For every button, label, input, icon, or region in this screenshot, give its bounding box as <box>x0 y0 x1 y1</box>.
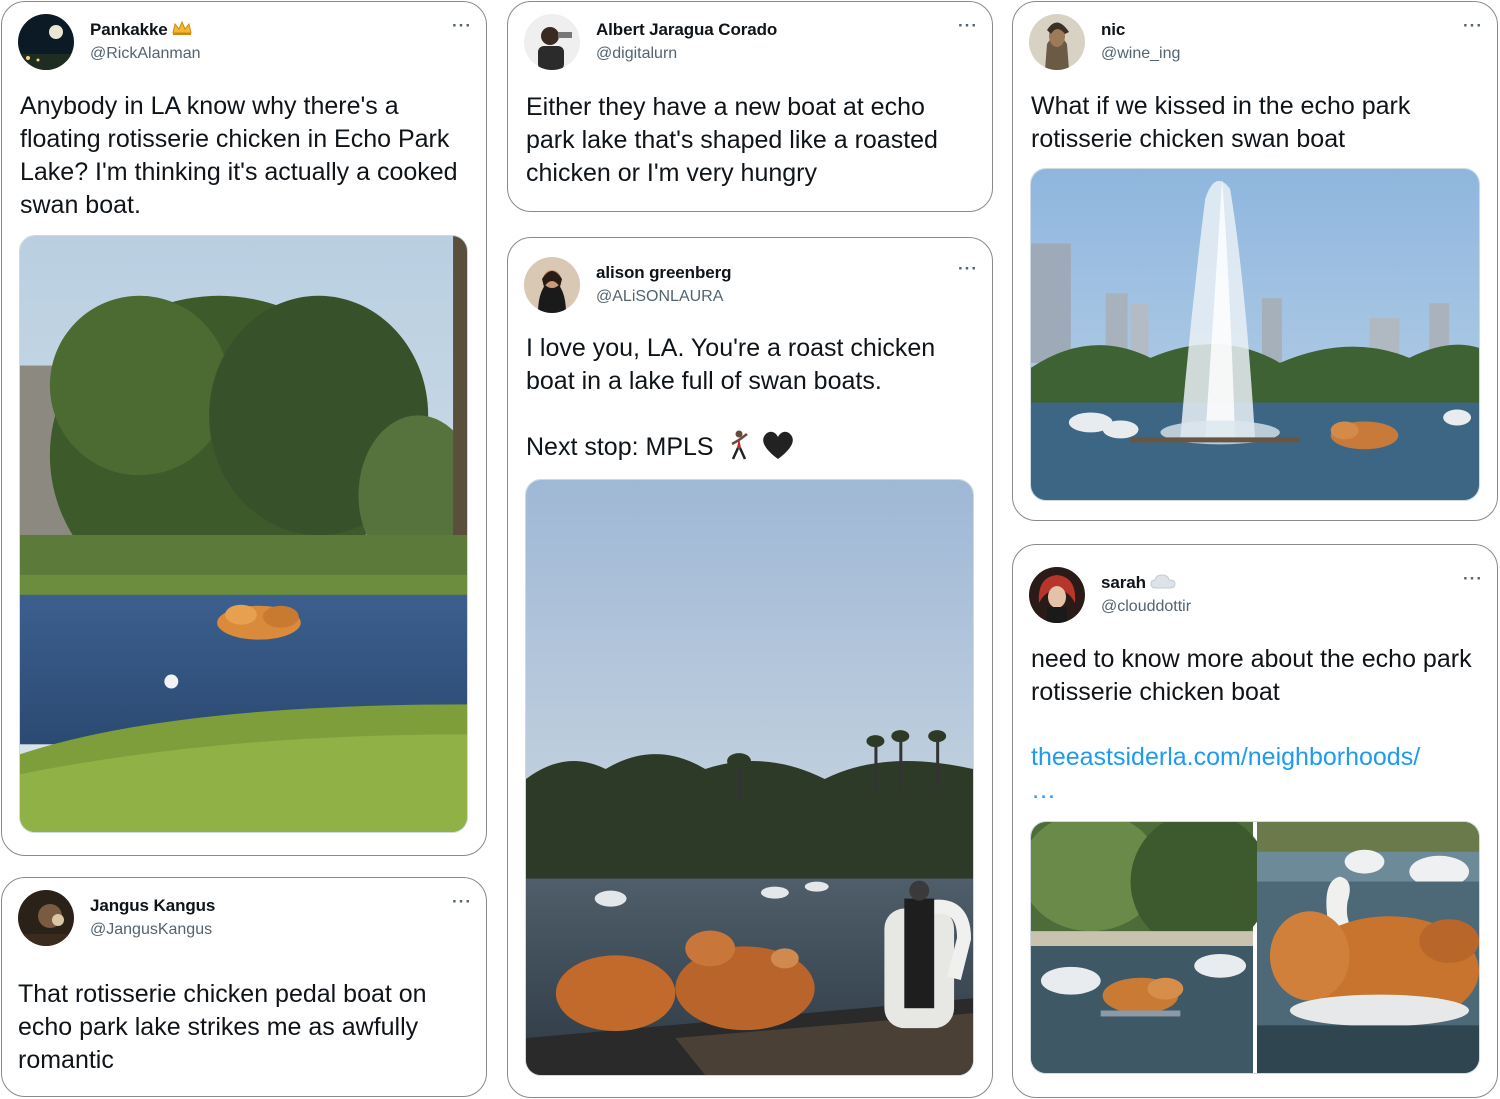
tweet-link[interactable]: theeastsiderla.com/neighborhoods/ <box>1031 741 1485 774</box>
tweet-header: Jangus Kangus @JangusKangus ··· <box>18 890 472 950</box>
tweet-text: need to know more about the echo park ro… <box>1031 643 1485 807</box>
tweet-card-sarah[interactable]: sarah @clouddottir ··· need to know more… <box>1012 544 1498 1098</box>
tweet-card-pankakke[interactable]: Pankakke @RickAlanman ··· Anybody in LA … <box>1 1 487 856</box>
display-name[interactable]: alison greenberg <box>596 263 731 283</box>
more-options-icon[interactable]: ··· <box>452 892 472 912</box>
more-options-icon[interactable]: ··· <box>1463 16 1483 36</box>
more-options-icon[interactable]: ··· <box>958 16 978 36</box>
tweet-header: Pankakke @RickAlanman ··· <box>18 14 472 74</box>
display-name[interactable]: Albert Jaragua Corado <box>596 20 777 40</box>
display-name[interactable]: sarah <box>1101 573 1176 594</box>
tweet-text: I love you, LA. You're a roast chicken b… <box>526 332 980 469</box>
user-handle[interactable]: @JangusKangus <box>90 921 212 939</box>
avatar[interactable] <box>18 14 74 70</box>
tweet-text: Either they have a new boat at echo park… <box>526 93 938 187</box>
user-handle[interactable]: @RickAlanman <box>90 45 201 63</box>
cloud-icon <box>1150 573 1176 594</box>
avatar[interactable] <box>524 257 580 313</box>
tweet-photo[interactable] <box>525 479 974 1076</box>
display-name[interactable]: Jangus Kangus <box>90 896 215 916</box>
tweet-card-alison[interactable]: alison greenberg @ALiSONLAURA ··· I love… <box>507 237 993 1098</box>
tweet-header: alison greenberg @ALiSONLAURA ··· <box>524 257 978 317</box>
more-options-icon[interactable]: ··· <box>452 16 472 36</box>
black-heart-icon <box>761 430 795 469</box>
avatar[interactable] <box>524 14 580 70</box>
more-options-icon[interactable]: ··· <box>958 259 978 279</box>
user-handle[interactable]: @wine_ing <box>1101 45 1180 63</box>
tweet-card-jangus[interactable]: Jangus Kangus @JangusKangus ··· That rot… <box>1 877 487 1097</box>
tweet-text: That rotisserie chicken pedal boat on ec… <box>18 980 427 1074</box>
tweet-text-line: Next stop: MPLS <box>526 430 980 469</box>
more-options-icon[interactable]: ··· <box>1463 569 1483 589</box>
avatar[interactable] <box>18 890 74 946</box>
tweet-photo[interactable] <box>19 235 468 833</box>
user-handle[interactable]: @clouddottir <box>1101 598 1191 616</box>
display-name[interactable]: Pankakke <box>90 20 192 41</box>
tweet-text: What if we kissed in the echo park rotis… <box>1031 92 1411 153</box>
tweet-card-nic[interactable]: nic @wine_ing ··· What if we kissed in t… <box>1012 1 1498 521</box>
avatar[interactable] <box>1029 14 1085 70</box>
tweet-card-albert[interactable]: Albert Jaragua Corado @digitalurn ··· Ei… <box>507 1 993 212</box>
avatar[interactable] <box>1029 567 1085 623</box>
tweet-photo-right <box>1256 822 1479 1073</box>
tweet-photo-grid <box>1030 821 1480 1074</box>
tweet-header: sarah @clouddottir ··· <box>1029 567 1483 627</box>
tweet-text-line: need to know more about the echo park ro… <box>1031 645 1472 706</box>
tweet-text-line: I love you, LA. You're a roast chicken b… <box>526 334 936 395</box>
tweet-photo[interactable] <box>1030 168 1480 501</box>
tweet-header: nic @wine_ing ··· <box>1029 14 1483 74</box>
dancer-icon <box>727 430 751 469</box>
tweet-photo-left <box>1031 822 1270 1073</box>
link-ellipsis: … <box>1031 776 1056 804</box>
crown-icon <box>172 20 192 41</box>
user-handle[interactable]: @ALiSONLAURA <box>596 288 723 306</box>
user-handle[interactable]: @digitalurn <box>596 45 677 63</box>
tweet-header: Albert Jaragua Corado @digitalurn ··· <box>524 14 978 74</box>
display-name[interactable]: nic <box>1101 20 1125 40</box>
tweet-text: Anybody in LA know why there's a floatin… <box>20 92 458 219</box>
